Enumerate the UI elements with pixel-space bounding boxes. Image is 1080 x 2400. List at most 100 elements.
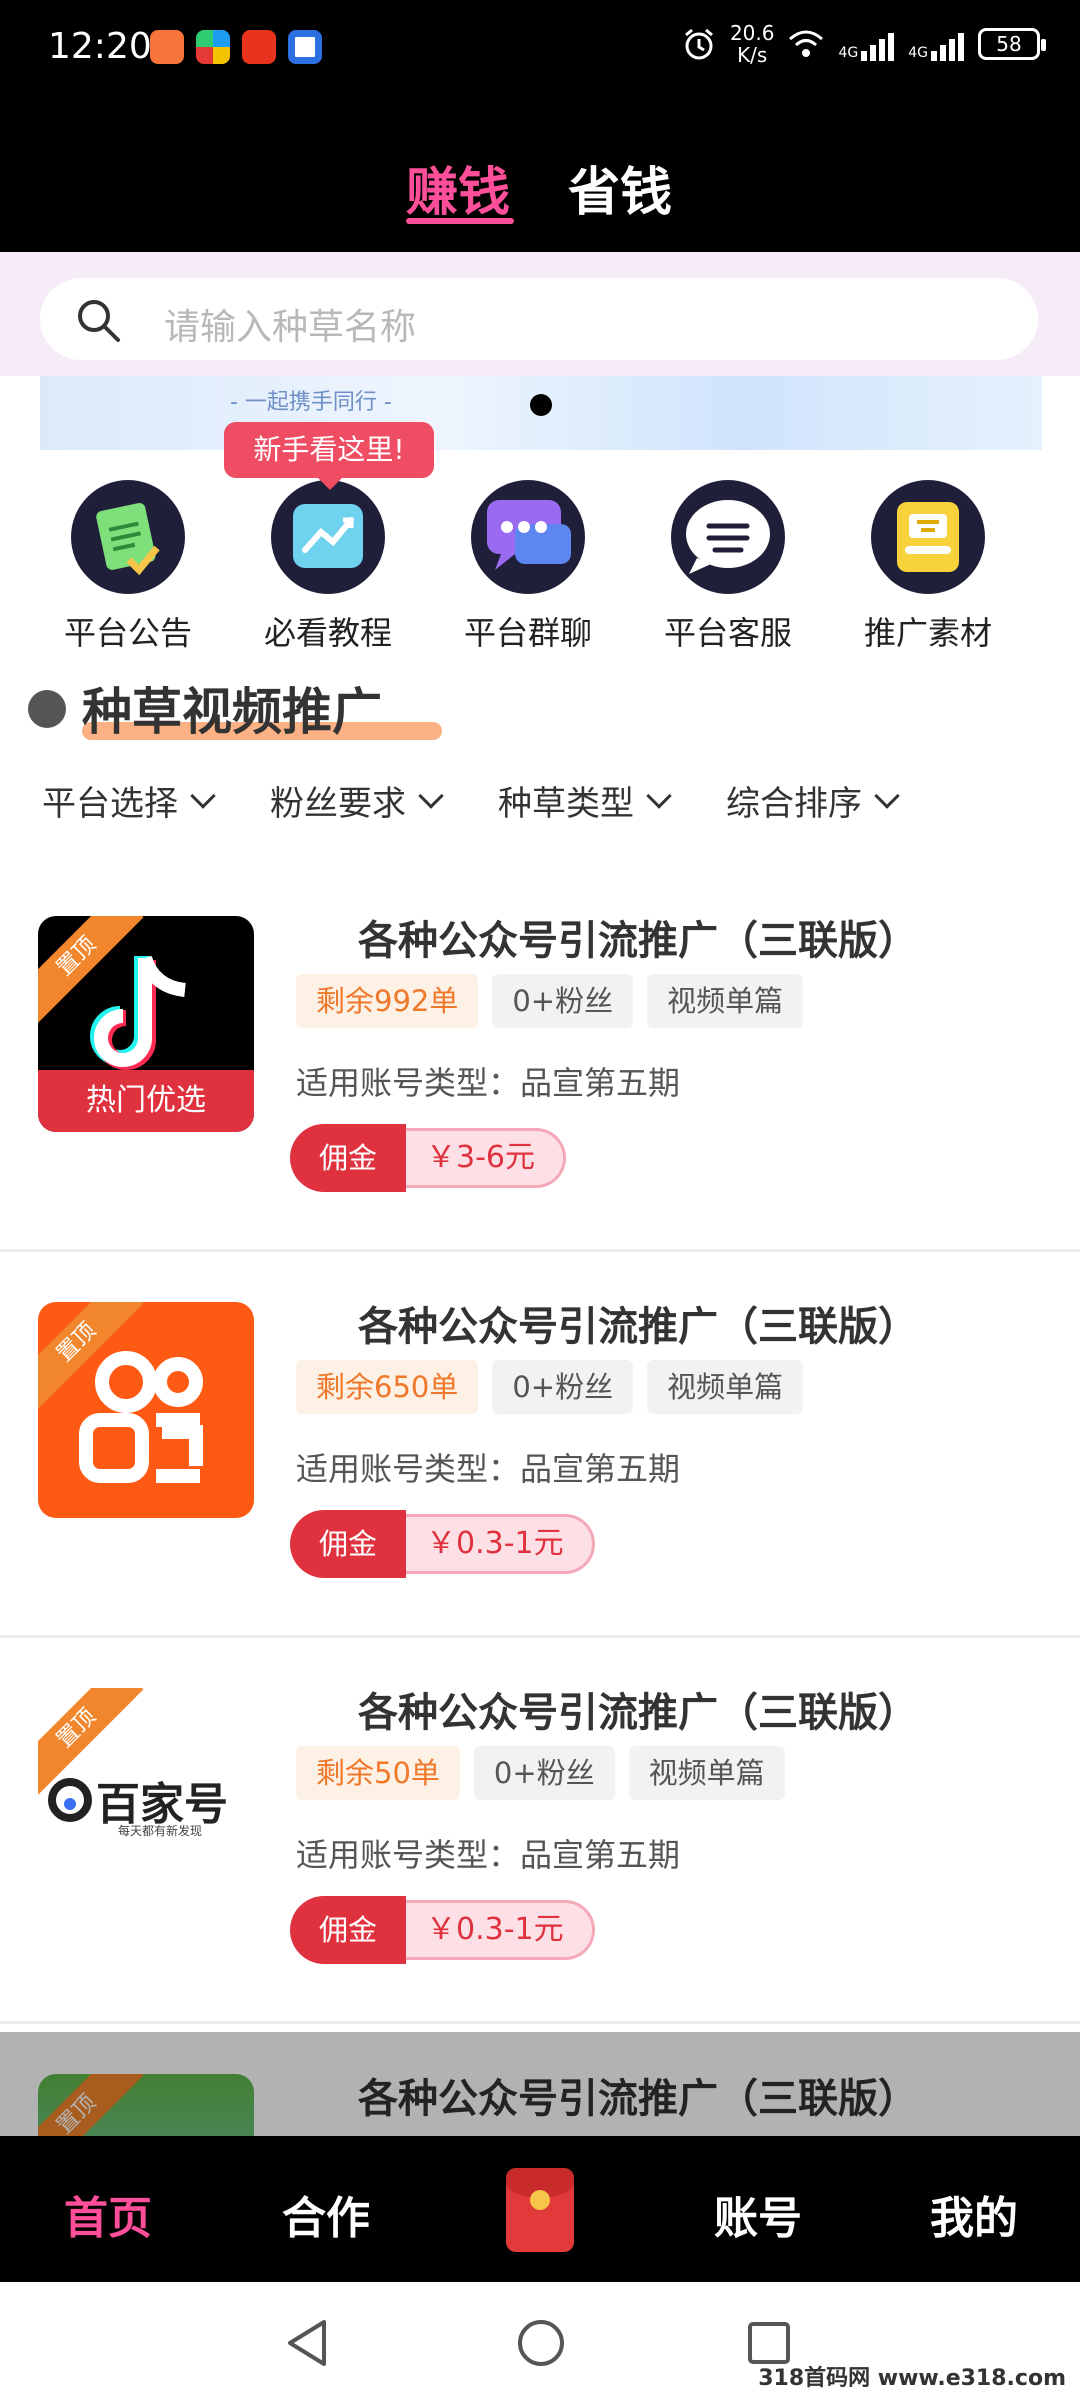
material-icon <box>871 480 985 594</box>
account-type: 适用账号类型：品宣第五期 <box>296 1450 681 1488</box>
bottom-nav: 首页 合作 账号 我的 <box>0 2136 1080 2282</box>
douyin-logo: 热门优选 置顶 <box>38 916 254 1132</box>
nav-account[interactable]: 账号 <box>714 2182 802 2246</box>
search-bar-container: 请输入种草名称 <box>0 252 1080 376</box>
chevron-down-icon <box>874 782 900 809</box>
status-bar: 12:20 20.6 K/s 4G 4G 58 <box>0 0 1080 100</box>
banner-indicator-dot <box>530 394 552 416</box>
taobao-notification-icon <box>242 30 276 64</box>
chevron-down-icon <box>418 782 444 809</box>
account-type: 适用账号类型：品宣第五期 <box>296 1836 681 1874</box>
quick-link-label: 推广素材 <box>863 614 992 652</box>
newbie-tooltip[interactable]: 新手看这里! <box>224 422 434 490</box>
back-icon[interactable] <box>284 2318 330 2368</box>
remaining-orders-tag: 剩余50单 <box>296 1746 460 1800</box>
watermark: 318首码网 www.e318.com <box>758 2366 1066 2391</box>
app-notification-icon <box>196 30 230 64</box>
account-type: 适用账号类型：品宣第五期 <box>296 1064 681 1102</box>
card-title: 各种公众号引流推广（三联版） <box>358 1690 918 1736</box>
quick-link-group-chat[interactable]: 平台群聊 <box>428 480 628 654</box>
remaining-orders-tag: 剩余650单 <box>296 1360 479 1414</box>
status-notification-icons <box>150 30 322 64</box>
fans-tag: 0+粉丝 <box>492 974 634 1028</box>
logo-caption: 热门优选 <box>38 1070 254 1132</box>
quick-link-notice[interactable]: 平台公告 <box>28 480 228 654</box>
wifi-icon <box>789 30 824 57</box>
filter-fans[interactable]: 粉丝要求 <box>270 776 444 825</box>
commission-label: 佣金 <box>290 1510 406 1578</box>
tutorial-icon <box>271 480 385 594</box>
status-time: 12:20 <box>48 26 152 67</box>
card-title: 各种公众号引流推广（三联版） <box>358 1304 918 1350</box>
nav-cooperation[interactable]: 合作 <box>282 2182 370 2246</box>
task-card[interactable]: 百家号 每天都有新发现 置顶 各种公众号引流推广（三联版） 剩余50单 0+粉丝… <box>0 1640 1080 2024</box>
quick-link-customer-service[interactable]: 平台客服 <box>628 480 828 654</box>
system-nav-bar: 318首码网 www.e318.com <box>0 2282 1080 2400</box>
status-right: 20.6 K/s 4G 4G 58 <box>682 21 1046 67</box>
quick-link-tutorial[interactable]: 必看教程 <box>228 480 428 654</box>
card-title: 各种公众号引流推广（三联版） <box>358 918 918 964</box>
app-notification-icon <box>288 30 322 64</box>
kuaishou-logo: 置顶 <box>38 1302 254 1518</box>
home-icon[interactable] <box>516 2318 566 2368</box>
search-input[interactable]: 请输入种草名称 <box>40 278 1038 360</box>
active-tab-indicator <box>406 218 514 224</box>
fans-tag: 0+粉丝 <box>492 1360 634 1414</box>
content-type-tag: 视频单篇 <box>628 1746 785 1800</box>
task-card[interactable]: 热门优选 置顶 各种公众号引流推广（三联版） 剩余992单 0+粉丝 视频单篇 … <box>0 868 1080 1252</box>
commission-badge: 佣金 ￥0.3-1元 <box>290 1510 595 1578</box>
quick-link-label: 必看教程 <box>263 614 392 652</box>
quick-links-row: 平台公告 必看教程 平台群聊 平台客服 推广素材 <box>0 480 1080 652</box>
red-packet-icon[interactable] <box>506 2168 574 2252</box>
app-notification-icon <box>150 30 184 64</box>
network-speed: 20.6 K/s <box>729 21 775 67</box>
search-icon <box>78 300 120 342</box>
section-bullet <box>28 690 66 728</box>
tab-save[interactable]: 省钱 <box>568 150 672 225</box>
section-title: 种草视频推广 <box>82 683 382 741</box>
content-type-tag: 视频单篇 <box>647 1360 804 1414</box>
promo-banner[interactable]: - 一起携手同行 - <box>40 376 1042 450</box>
card-tags: 剩余50单 0+粉丝 视频单篇 <box>296 1746 785 1800</box>
task-card[interactable]: 置顶 各种公众号引流推广（三联版） 剩余650单 0+粉丝 视频单篇 适用账号类… <box>0 1254 1080 1638</box>
tab-earn[interactable]: 赚钱 <box>406 150 510 225</box>
filter-type[interactable]: 种草类型 <box>498 776 672 825</box>
commission-badge: 佣金 ￥0.3-1元 <box>290 1896 595 1964</box>
quick-link-label: 平台群聊 <box>463 614 592 652</box>
signal-icon: 4G <box>908 27 964 61</box>
alarm-icon <box>684 28 713 60</box>
top-tab-bar: 赚钱 省钱 <box>0 100 1080 252</box>
commission-value: ￥3-6元 <box>394 1128 566 1188</box>
card-tags: 剩余992单 0+粉丝 视频单篇 <box>296 974 804 1028</box>
chevron-down-icon <box>190 782 216 809</box>
commission-value: ￥0.3-1元 <box>394 1514 595 1574</box>
customer-service-icon <box>671 480 785 594</box>
app-screen: 12:20 20.6 K/s 4G 4G 58 赚钱 省钱 请输入种草名称 - 一… <box>0 0 1080 2400</box>
content-type-tag: 视频单篇 <box>647 974 804 1028</box>
quick-link-label: 平台公告 <box>63 614 192 652</box>
commission-badge: 佣金 ￥3-6元 <box>290 1124 566 1192</box>
logo-subtext: 每天都有新发现 <box>118 1824 203 1838</box>
nav-mine[interactable]: 我的 <box>930 2182 1018 2246</box>
remaining-orders-tag: 剩余992单 <box>296 974 479 1028</box>
group-chat-icon <box>471 480 585 594</box>
nav-home[interactable]: 首页 <box>64 2182 152 2246</box>
fans-tag: 0+粉丝 <box>473 1746 615 1800</box>
commission-label: 佣金 <box>290 1896 406 1964</box>
search-placeholder: 请输入种草名称 <box>164 307 417 348</box>
signal-icon: 4G <box>838 27 895 61</box>
scroll-fade-overlay <box>0 2032 1080 2136</box>
card-tags: 剩余650单 0+粉丝 视频单篇 <box>296 1360 804 1414</box>
filter-bar: 平台选择 粉丝要求 种草类型 综合排序 <box>0 776 1080 836</box>
quick-link-material[interactable]: 推广素材 <box>828 480 1028 654</box>
baijiahao-logo: 百家号 每天都有新发现 置顶 <box>38 1688 254 1904</box>
quick-link-label: 平台客服 <box>663 614 792 652</box>
commission-label: 佣金 <box>290 1124 406 1192</box>
filter-platform[interactable]: 平台选择 <box>42 776 216 825</box>
chevron-down-icon <box>646 782 672 809</box>
banner-text: - 一起携手同行 - <box>230 390 392 415</box>
battery-icon: 58 <box>978 28 1046 60</box>
notice-icon <box>71 480 185 594</box>
commission-value: ￥0.3-1元 <box>394 1900 595 1960</box>
filter-sort[interactable]: 综合排序 <box>726 776 900 825</box>
